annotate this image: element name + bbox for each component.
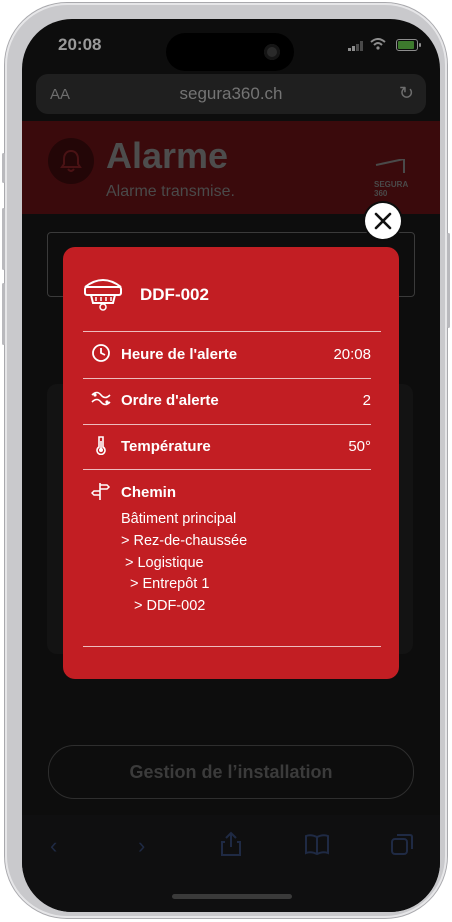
url-text[interactable]: segura360.ch — [36, 84, 426, 104]
action-button — [2, 153, 5, 183]
phone-frame: 20:08 AA segura360.ch ↻ Alarme Alarme tr… — [2, 3, 450, 918]
wifi-icon — [370, 38, 386, 50]
clock-icon — [92, 344, 110, 362]
battery-icon — [396, 39, 421, 51]
path-item: > Rez-de-chaussée — [121, 533, 248, 549]
back-icon[interactable]: ‹ — [50, 833, 57, 859]
sequence-icon — [91, 391, 111, 406]
path-label: Chemin — [121, 484, 177, 501]
row-label: Ordre d'alerte — [121, 392, 219, 409]
tabs-icon[interactable] — [390, 833, 414, 857]
row-temperature: Température 50° — [83, 425, 371, 469]
divider — [83, 331, 381, 332]
page-header: Alarme Alarme transmise. SEGURA 360 — [22, 121, 440, 214]
segura-logo: SEGURA 360 — [374, 157, 410, 199]
row-value: 50° — [348, 438, 371, 455]
signal-icon — [348, 41, 363, 51]
status-bar: 20:08 — [22, 19, 440, 71]
share-icon[interactable] — [220, 831, 242, 857]
row-label: Température — [121, 438, 211, 455]
divider — [83, 646, 381, 647]
camera-icon — [264, 44, 280, 60]
svg-text:360: 360 — [374, 189, 388, 198]
status-time: 20:08 — [58, 35, 102, 54]
row-alert-order: Ordre d'alerte 2 — [83, 379, 371, 423]
path-item: > Entrepôt 1 — [130, 576, 210, 592]
svg-text:SEGURA: SEGURA — [374, 180, 408, 189]
reload-icon[interactable]: ↻ — [399, 83, 414, 104]
volume-up-button — [2, 208, 5, 270]
page-title: Alarme — [106, 135, 229, 176]
path-item: > DDF-002 — [134, 598, 206, 614]
bookmarks-icon[interactable] — [304, 833, 330, 855]
row-value: 2 — [362, 392, 371, 409]
row-path: Chemin — [83, 471, 371, 511]
bell-icon — [48, 138, 94, 184]
close-button[interactable] — [365, 203, 401, 239]
signpost-icon — [91, 483, 111, 500]
row-alert-time: Heure de l'alerte 20:08 — [83, 333, 371, 377]
alert-detail-modal: DDF-002 Heure de l'alerte 20:08 Ordre d'… — [63, 247, 399, 679]
row-label: Heure de l'alerte — [121, 346, 238, 363]
row-value: 20:08 — [333, 346, 371, 363]
forward-icon[interactable]: › — [138, 833, 145, 859]
divider — [83, 469, 371, 470]
thermometer-icon — [96, 436, 106, 455]
volume-down-button — [2, 283, 5, 345]
smoke-detector-icon — [84, 279, 122, 311]
screen: 20:08 AA segura360.ch ↻ Alarme Alarme tr… — [22, 19, 440, 912]
path-item: > Logistique — [125, 555, 204, 571]
dynamic-island — [166, 33, 294, 71]
address-bar[interactable]: AA segura360.ch ↻ — [36, 74, 426, 114]
device-name: DDF-002 — [140, 285, 209, 304]
power-button — [447, 233, 450, 328]
page-subtitle: Alarme transmise. — [106, 183, 235, 200]
close-icon — [374, 212, 392, 230]
home-indicator — [172, 894, 292, 899]
install-management-button[interactable]: Gestion de l’installation — [48, 745, 414, 799]
path-item: Bâtiment principal — [121, 511, 237, 527]
